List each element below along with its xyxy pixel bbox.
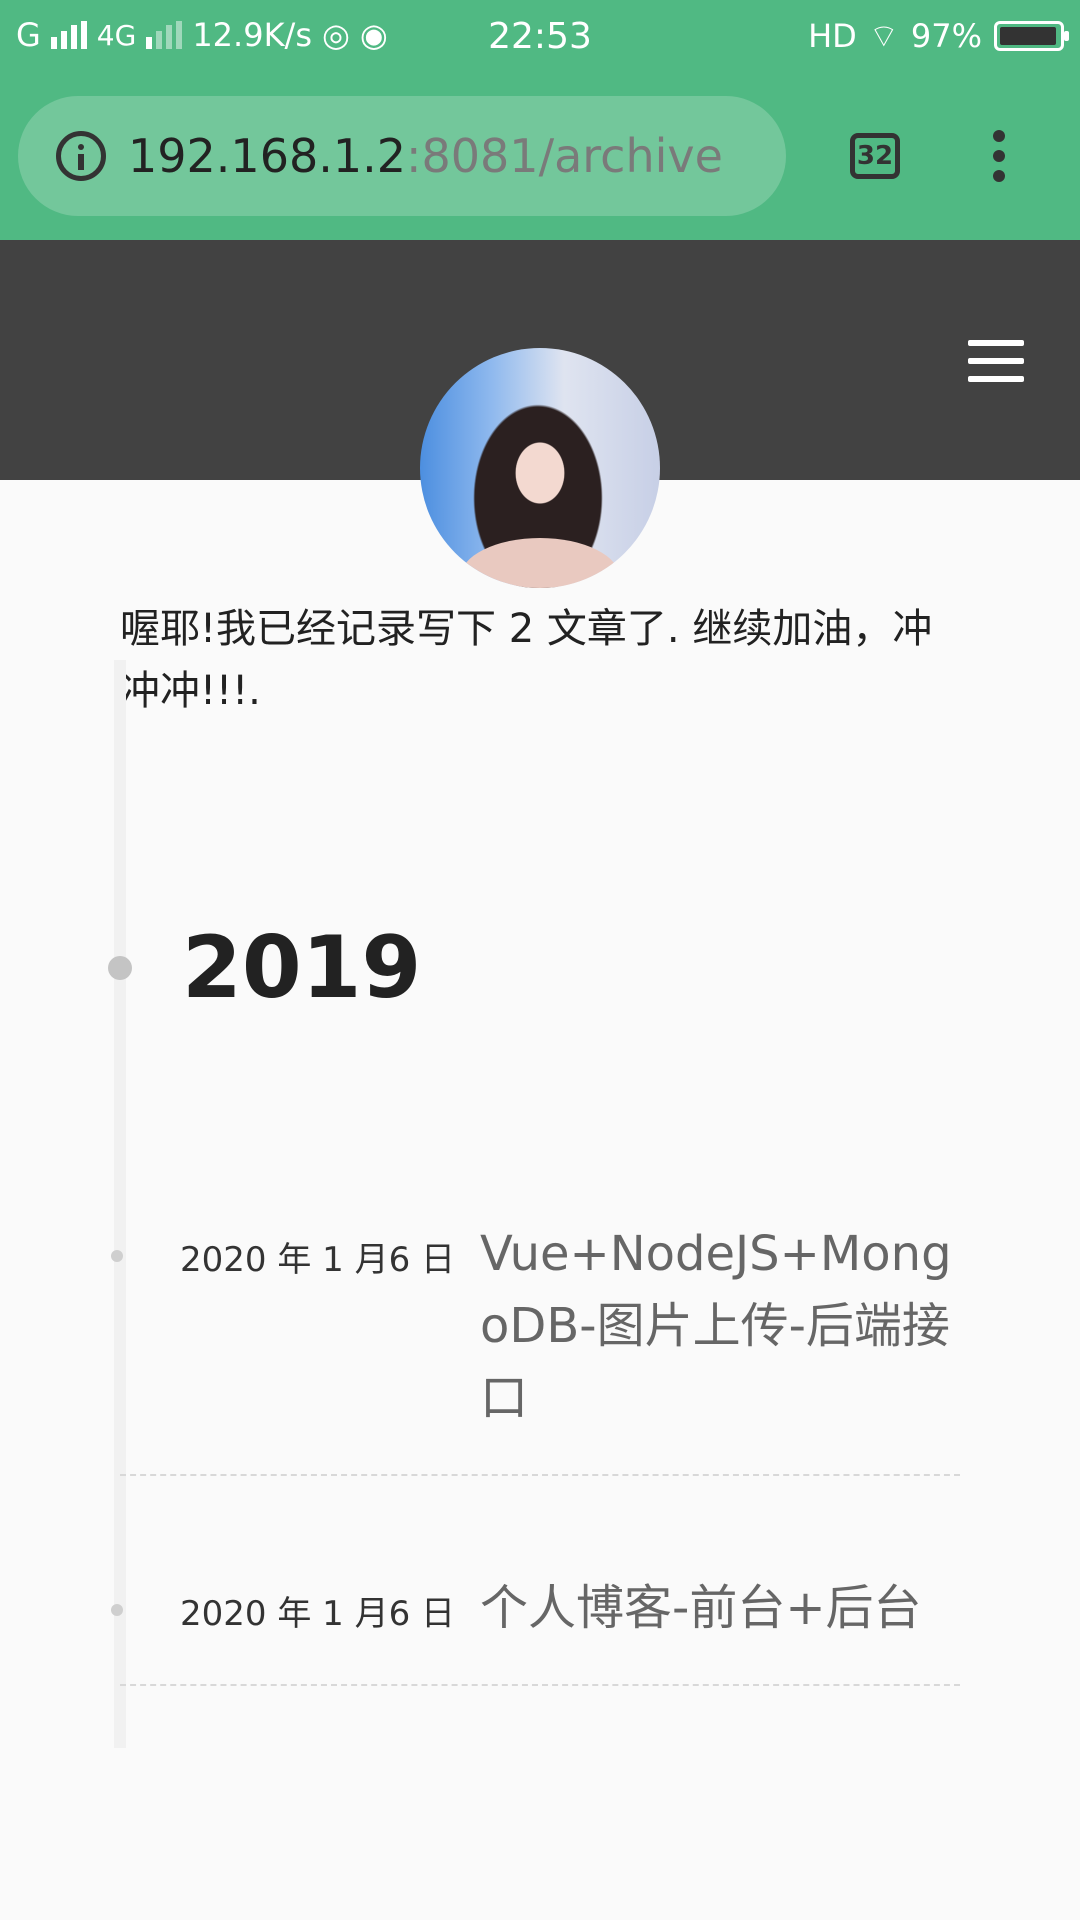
browser-toolbar: 192.168.1.2:8081/archive 32 xyxy=(0,76,1080,240)
post-title-link[interactable]: 个人博客-前台+后台 xyxy=(480,1572,960,1644)
post-divider xyxy=(120,1684,960,1686)
archive-year: 2019 xyxy=(182,918,422,1018)
hamburger-menu-icon[interactable] xyxy=(968,340,1024,382)
timeline-line xyxy=(114,660,126,1748)
tab-count-button[interactable]: 32 xyxy=(850,133,900,179)
battery-percent: 97% xyxy=(910,17,982,55)
post-date: 2020 年 1 月6 日 xyxy=(180,1240,456,1280)
post-dot xyxy=(111,1604,123,1616)
post-date: 2020 年 1 月6 日 xyxy=(180,1594,456,1634)
archive-intro-text: 喔耶!我已经记录写下 2 文章了. 继续加油，冲冲冲!!!. xyxy=(120,606,933,714)
status-bar: G 4G 12.9K/s ◎ ◉ 22:53 HD ⌔ 97% xyxy=(0,0,1080,76)
more-menu-icon[interactable] xyxy=(984,130,1014,186)
url-text[interactable]: 192.168.1.2:8081/archive xyxy=(128,129,723,183)
year-dot xyxy=(108,956,132,980)
wifi-icon: ⌔ xyxy=(868,17,899,55)
site-info-icon[interactable] xyxy=(56,131,106,181)
address-bar[interactable]: 192.168.1.2:8081/archive xyxy=(18,96,786,216)
post-title-link[interactable]: Vue+NodeJS+MongoDB-图片上传-后端接口 xyxy=(480,1218,960,1434)
hd-label: HD xyxy=(808,17,857,55)
url-host: 192.168.1.2 xyxy=(128,129,406,183)
url-path: :8081/archive xyxy=(406,129,723,183)
post-dot xyxy=(111,1250,123,1262)
battery-icon xyxy=(994,21,1069,51)
avatar xyxy=(420,348,660,588)
post-divider xyxy=(120,1474,960,1476)
